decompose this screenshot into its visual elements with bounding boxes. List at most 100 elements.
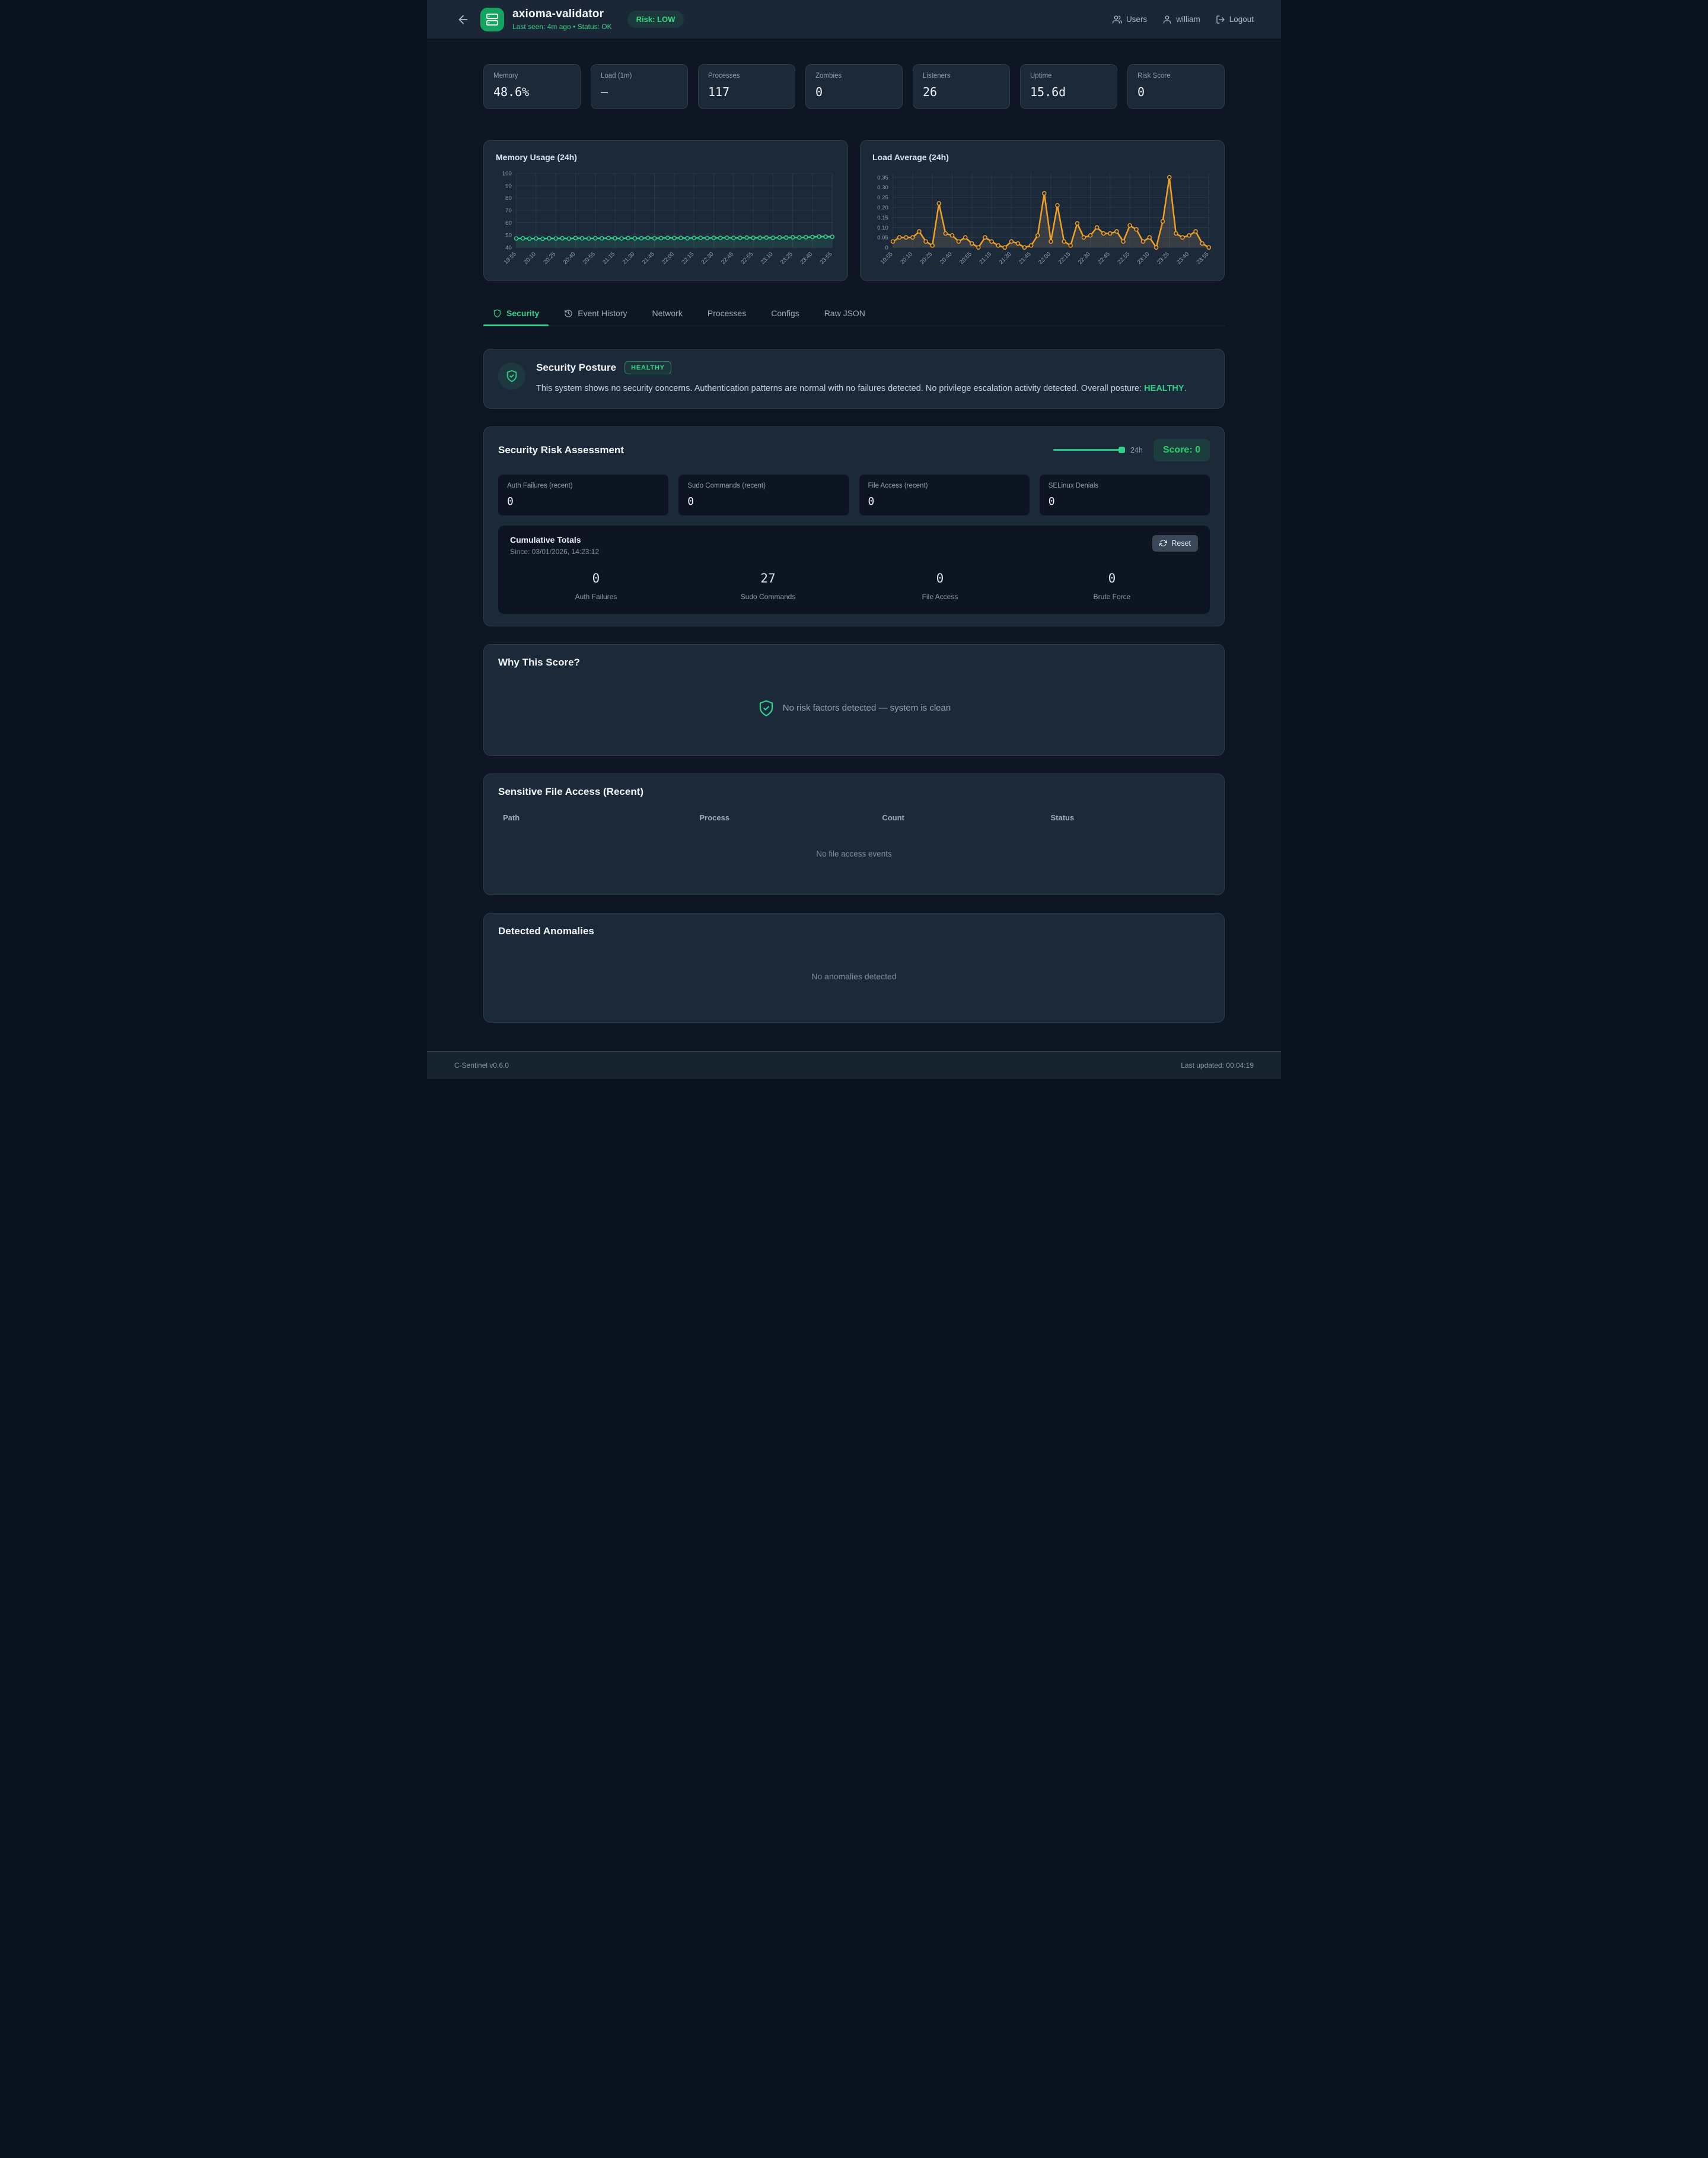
svg-text:0.20: 0.20 (877, 205, 888, 211)
user-icon (1162, 15, 1172, 24)
svg-text:23:55: 23:55 (819, 251, 834, 266)
svg-text:23:40: 23:40 (799, 251, 814, 266)
why-score-card: Why This Score? No risk factors detected… (483, 644, 1225, 756)
total-sudo-commands: 27 Sudo Commands (682, 571, 854, 601)
tab-label: Raw JSON (824, 308, 865, 318)
total-label: Sudo Commands (682, 593, 854, 601)
svg-text:20:55: 20:55 (582, 251, 597, 266)
stat-card-zombies: Zombies 0 (805, 64, 903, 109)
svg-text:21:30: 21:30 (622, 251, 636, 266)
metric-selinux-denials: SELinux Denials 0 (1040, 475, 1210, 515)
charts-row: Memory Usage (24h) 19:5520:1020:2520:402… (483, 140, 1225, 281)
arrow-left-icon (457, 13, 470, 26)
host-status-subtitle: Last seen: 4m ago • Status: OK (512, 23, 612, 31)
svg-text:0: 0 (885, 245, 888, 252)
nav-logout[interactable]: Logout (1216, 15, 1254, 24)
stat-card-memory: Memory 48.6% (483, 64, 581, 109)
server-logo-icon (480, 8, 504, 31)
time-range-slider[interactable]: 24h (1053, 446, 1143, 454)
history-icon (564, 309, 573, 318)
svg-text:23:10: 23:10 (1136, 251, 1151, 266)
svg-text:100: 100 (502, 171, 512, 177)
total-label: Auth Failures (510, 593, 682, 601)
svg-text:21:30: 21:30 (998, 251, 1013, 266)
stat-card-risk-score: Risk Score 0 (1127, 64, 1225, 109)
tab-security[interactable]: Security (492, 303, 540, 326)
security-posture-summary: This system shows no security concerns. … (536, 382, 1187, 396)
svg-text:19:55: 19:55 (503, 251, 518, 266)
stat-value: 0 (815, 85, 893, 99)
svg-text:20:25: 20:25 (919, 251, 933, 266)
svg-text:50: 50 (505, 233, 512, 239)
metric-file-access: File Access (recent) 0 (859, 475, 1030, 515)
nav-users[interactable]: Users (1113, 15, 1147, 24)
svg-text:21:15: 21:15 (601, 251, 616, 266)
svg-text:0.05: 0.05 (877, 235, 888, 241)
tab-label: Configs (771, 308, 799, 318)
stat-label: Risk Score (1137, 72, 1215, 79)
metric-label: SELinux Denials (1049, 482, 1201, 489)
range-label: 24h (1130, 446, 1143, 454)
stat-card-listeners: Listeners 26 (913, 64, 1010, 109)
stats-row: Memory 48.6% Load (1m) – Processes 117 Z… (483, 64, 1225, 109)
stat-value: 117 (708, 85, 785, 99)
tab-processes[interactable]: Processes (706, 303, 747, 326)
empty-state-text: No risk factors detected — system is cle… (783, 703, 951, 713)
svg-text:0.30: 0.30 (877, 184, 888, 191)
score-badge: Score: 0 (1153, 439, 1210, 461)
stat-value: 15.6d (1030, 85, 1107, 99)
column-path: Path (503, 813, 700, 822)
total-value: 0 (510, 571, 682, 585)
svg-text:22:00: 22:00 (661, 251, 675, 266)
total-label: Brute Force (1026, 593, 1198, 601)
metric-label: Sudo Commands (recent) (687, 482, 840, 489)
reset-button[interactable]: Reset (1152, 535, 1198, 552)
tab-configs[interactable]: Configs (770, 303, 800, 326)
svg-text:20:40: 20:40 (939, 251, 954, 266)
total-file-access: 0 File Access (854, 571, 1026, 601)
slider-track[interactable] (1053, 449, 1123, 451)
svg-text:23:40: 23:40 (1175, 251, 1190, 266)
back-button[interactable] (454, 11, 472, 28)
posture-word: HEALTHY (1144, 384, 1184, 393)
anomalies-empty-state: No anomalies detected (498, 972, 1210, 981)
stat-card-processes: Processes 117 (698, 64, 795, 109)
svg-text:22:15: 22:15 (1057, 251, 1072, 266)
svg-text:22:30: 22:30 (700, 251, 715, 266)
shield-icon (493, 309, 502, 318)
tab-network[interactable]: Network (651, 303, 684, 326)
svg-text:23:25: 23:25 (1156, 251, 1171, 266)
column-status: Status (1051, 813, 1205, 822)
total-brute-force: 0 Brute Force (1026, 571, 1198, 601)
stat-label: Listeners (923, 72, 1000, 79)
file-access-table-header: Path Process Count Status (498, 813, 1210, 822)
stat-label: Uptime (1030, 72, 1107, 79)
tab-raw-json[interactable]: Raw JSON (823, 303, 866, 326)
stat-label: Zombies (815, 72, 893, 79)
app-version: C-Sentinel v0.6.0 (454, 1061, 509, 1070)
metric-auth-failures: Auth Failures (recent) 0 (498, 475, 668, 515)
column-count: Count (882, 813, 1050, 822)
footer: C-Sentinel v0.6.0 Last updated: 00:04:19 (427, 1051, 1281, 1079)
total-value: 0 (1026, 571, 1198, 585)
stat-value: 48.6% (493, 85, 571, 99)
total-value: 27 (682, 571, 854, 585)
svg-text:90: 90 (505, 183, 512, 189)
svg-text:70: 70 (505, 208, 512, 214)
security-posture-card: Security Posture HEALTHY This system sho… (483, 349, 1225, 409)
tab-event-history[interactable]: Event History (563, 303, 628, 326)
svg-text:23:10: 23:10 (760, 251, 775, 266)
file-access-title: Sensitive File Access (Recent) (498, 786, 1210, 798)
slider-thumb[interactable] (1119, 447, 1125, 453)
metric-value: 0 (507, 495, 659, 508)
total-auth-failures: 0 Auth Failures (510, 571, 682, 601)
svg-text:0.15: 0.15 (877, 215, 888, 221)
svg-text:22:00: 22:00 (1037, 251, 1052, 266)
load-chart-title: Load Average (24h) (872, 152, 1212, 162)
svg-text:22:45: 22:45 (1097, 251, 1111, 266)
nav-current-user[interactable]: william (1162, 15, 1200, 24)
risk-assessment-card: Security Risk Assessment 24h Score: 0 Au… (483, 426, 1225, 626)
svg-text:19:55: 19:55 (880, 251, 894, 266)
total-value: 0 (854, 571, 1026, 585)
file-access-card: Sensitive File Access (Recent) Path Proc… (483, 774, 1225, 895)
